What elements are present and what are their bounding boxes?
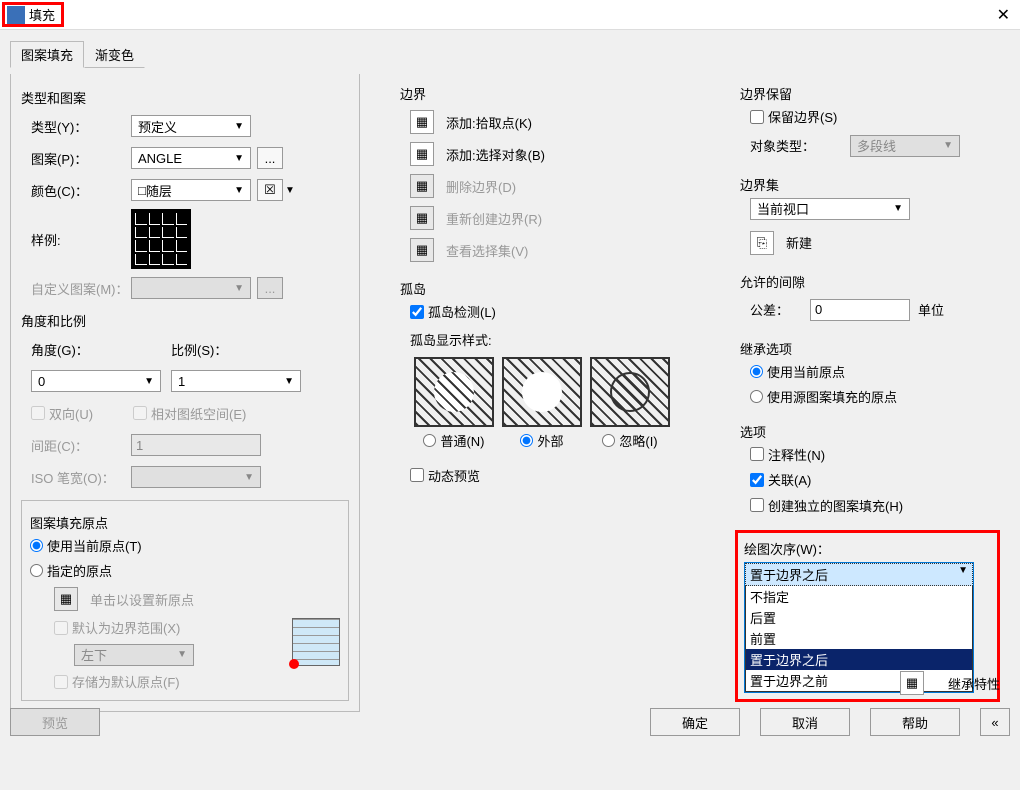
island-style-label: 孤岛显示样式:: [410, 330, 700, 349]
island-ignore-preview[interactable]: [590, 357, 670, 427]
annotative-checkbox[interactable]: 注释性(N): [750, 445, 825, 464]
scale-label: 比例(S)：: [171, 340, 227, 359]
new-boundary-set-label: 新建: [786, 233, 812, 252]
island-ignore-radio[interactable]: 忽略(I): [602, 431, 657, 450]
ok-button[interactable]: 确定: [650, 708, 740, 736]
origin-current-radio[interactable]: 使用当前原点(T): [30, 536, 142, 555]
type-combo[interactable]: 预定义▼: [131, 115, 251, 137]
scale-combo[interactable]: 1▼: [171, 370, 301, 392]
island-outer-radio[interactable]: 外部: [520, 431, 563, 450]
tolerance-label: 公差：: [750, 300, 810, 319]
origin-specify-radio[interactable]: 指定的原点: [30, 561, 112, 580]
draw-order-label: 绘图次序(W)：: [744, 542, 830, 557]
recreate-boundary-icon: ▦: [410, 206, 434, 230]
origin-preview: [292, 618, 340, 666]
angle-combo[interactable]: 0▼: [31, 370, 161, 392]
custom-pattern-combo: ▼: [131, 277, 251, 299]
custom-pattern-browse: ...: [257, 277, 283, 299]
angle-label: 角度(G)：: [31, 340, 171, 359]
add-select-label: 添加:选择对象(B): [446, 145, 545, 164]
cancel-button[interactable]: 取消: [760, 708, 850, 736]
store-default-checkbox: 存储为默认原点(F): [54, 672, 180, 691]
pick-point-icon[interactable]: ▦: [410, 110, 434, 134]
associative-checkbox[interactable]: 关联(A): [750, 470, 811, 489]
recreate-boundary-label: 重新创建边界(R): [446, 209, 542, 228]
objtype-combo: 多段线▼: [850, 135, 960, 157]
draw-order-option[interactable]: 前置: [746, 628, 972, 649]
group-options: 选项: [740, 422, 990, 441]
delete-boundary-label: 删除边界(D): [446, 177, 516, 196]
collapse-button[interactable]: «: [980, 708, 1010, 736]
spacing-label: 间距(C)：: [31, 436, 131, 455]
app-icon: [7, 6, 25, 24]
inherit-props-label: 继承特性: [948, 674, 1000, 693]
select-obj-icon[interactable]: ▦: [410, 142, 434, 166]
sample-label: 样例:: [31, 230, 131, 249]
group-boundary-set: 边界集: [740, 175, 990, 194]
group-angle-scale: 角度和比例: [21, 311, 349, 330]
inherit-props-icon[interactable]: ▦: [900, 671, 924, 695]
objtype-label: 对象类型：: [750, 136, 850, 155]
color-label: 颜色(C)：: [31, 181, 131, 200]
tab-hatch[interactable]: 图案填充: [10, 41, 84, 68]
view-selection-icon: ▦: [410, 238, 434, 262]
custom-pattern-label: 自定义图案(M)：: [31, 279, 131, 298]
window-title: 填充: [29, 5, 55, 24]
add-pick-label: 添加:拾取点(K): [446, 113, 532, 132]
group-islands: 孤岛: [400, 279, 700, 298]
island-detect-checkbox[interactable]: 孤岛检测(L): [410, 302, 496, 321]
sample-swatch[interactable]: [131, 209, 191, 269]
tolerance-input[interactable]: [810, 299, 910, 321]
click-new-origin-label: 单击以设置新原点: [90, 590, 194, 609]
default-bounds-checkbox: 默认为边界范围(X): [54, 618, 180, 637]
tab-gradient[interactable]: 渐变色: [84, 41, 145, 68]
island-outer-preview[interactable]: [502, 357, 582, 427]
boundary-set-combo[interactable]: 当前视口▼: [750, 198, 910, 220]
independent-checkbox[interactable]: 创建独立的图案填充(H): [750, 496, 903, 515]
relative-checkbox: 相对图纸空间(E): [133, 404, 246, 423]
delete-boundary-icon: ▦: [410, 174, 434, 198]
spacing-input: [131, 434, 261, 456]
draw-order-option[interactable]: 后置: [746, 607, 972, 628]
group-hatch-origin: 图案填充原点: [30, 513, 340, 532]
island-normal-radio[interactable]: 普通(N): [423, 431, 484, 450]
close-icon[interactable]: ✕: [997, 5, 1010, 25]
origin-position-combo: 左下▼: [74, 644, 194, 666]
group-gap: 允许的间隙: [740, 272, 990, 291]
preview-button: 预览: [10, 708, 100, 736]
color-combo[interactable]: □ 随层▼: [131, 179, 251, 201]
unit-label: 单位: [918, 300, 944, 319]
view-selection-label: 查看选择集(V): [446, 241, 528, 260]
inherit-current-radio[interactable]: 使用当前原点: [750, 362, 845, 381]
new-boundary-set-icon[interactable]: ⎘: [750, 231, 774, 255]
help-button[interactable]: 帮助: [870, 708, 960, 736]
pattern-label: 图案(P)：: [31, 149, 131, 168]
pattern-browse-button[interactable]: ...: [257, 147, 283, 169]
group-boundary-retain: 边界保留: [740, 84, 990, 103]
iso-label: ISO 笔宽(O)：: [31, 468, 131, 487]
pattern-combo[interactable]: ANGLE▼: [131, 147, 251, 169]
bg-color-button[interactable]: ☒: [257, 179, 283, 201]
pick-origin-icon: ▦: [54, 587, 78, 611]
dynamic-preview-checkbox[interactable]: 动态预览: [410, 466, 480, 485]
group-inherit: 继承选项: [740, 339, 990, 358]
iso-combo: ▼: [131, 466, 261, 488]
retain-boundary-checkbox[interactable]: 保留边界(S): [750, 107, 837, 126]
draw-order-option[interactable]: 不指定: [746, 586, 972, 607]
type-label: 类型(Y)：: [31, 117, 131, 136]
group-boundary: 边界: [400, 84, 700, 103]
group-type-pattern: 类型和图案: [21, 88, 349, 107]
double-checkbox: 双向(U): [31, 404, 93, 423]
island-normal-preview[interactable]: [414, 357, 494, 427]
draw-order-option[interactable]: 置于边界之后: [746, 649, 972, 670]
inherit-source-radio[interactable]: 使用源图案填充的原点: [750, 387, 897, 406]
